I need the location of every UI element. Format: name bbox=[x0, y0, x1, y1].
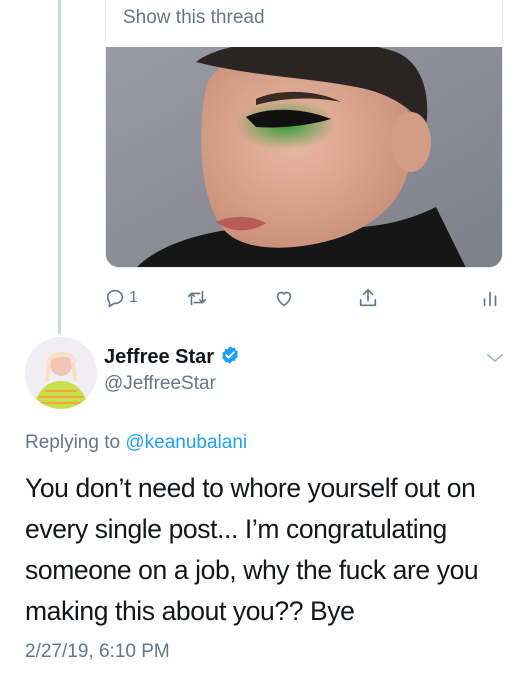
tweet-timestamp[interactable]: 2/27/19, 6:10 PM bbox=[25, 641, 170, 663]
retweet-action[interactable] bbox=[185, 283, 209, 313]
reply-action[interactable]: 1 bbox=[104, 283, 138, 313]
tweet-body: You don’t need to whore yourself out on … bbox=[25, 473, 479, 626]
retweet-icon bbox=[185, 287, 209, 309]
analytics-action[interactable] bbox=[480, 283, 500, 313]
reply-icon bbox=[104, 287, 126, 309]
author-name-row[interactable]: Jeffree Star bbox=[104, 345, 240, 370]
chevron-down-icon[interactable] bbox=[484, 351, 506, 370]
previous-tweet-card[interactable]: Show this thread bbox=[105, 0, 503, 268]
like-action[interactable] bbox=[273, 283, 295, 313]
verified-badge-icon bbox=[220, 345, 240, 370]
author-avatar[interactable] bbox=[25, 337, 97, 409]
analytics-icon bbox=[480, 287, 500, 309]
share-action[interactable] bbox=[357, 283, 379, 313]
author-handle[interactable]: @JeffreeStar bbox=[104, 373, 216, 395]
replying-to-label: Replying to bbox=[25, 432, 121, 453]
replying-to-line: Replying to @keanubalani bbox=[25, 432, 247, 454]
tweet-action-bar: 1 bbox=[0, 283, 527, 313]
reply-count: 1 bbox=[129, 289, 138, 306]
author-display-name[interactable]: Jeffree Star bbox=[104, 346, 214, 369]
mention-link[interactable]: @keanubalani bbox=[125, 432, 247, 453]
heart-icon bbox=[273, 287, 295, 309]
share-icon bbox=[357, 287, 379, 309]
tweet-photo[interactable] bbox=[106, 47, 502, 267]
show-thread-link[interactable]: Show this thread bbox=[123, 7, 265, 29]
